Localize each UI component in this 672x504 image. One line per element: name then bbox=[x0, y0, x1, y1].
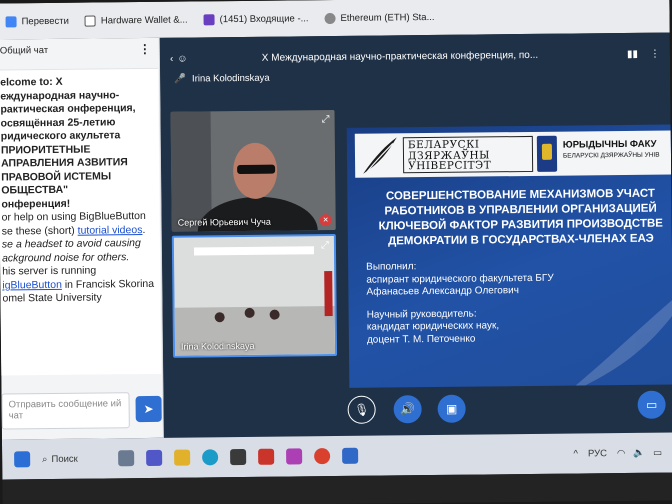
headset-note: se a headset to avoid causing ackground … bbox=[1, 237, 141, 264]
participant-video bbox=[173, 236, 336, 356]
bookmark-label: (1451) Входящие -... bbox=[219, 12, 309, 25]
participant-name: Сергей Юрьевич Чуча bbox=[177, 216, 271, 228]
expand-icon[interactable]: ⤢ bbox=[321, 240, 329, 251]
mute-button[interactable]: 🎙 bbox=[347, 395, 376, 424]
teams-icon[interactable] bbox=[145, 449, 162, 467]
meeting-area: ‹ ☺ X Международная научно-практическая … bbox=[159, 32, 672, 438]
audio-button[interactable]: 🔊 bbox=[393, 395, 422, 424]
bookmark-page-icon bbox=[84, 15, 96, 27]
bookmark-translate[interactable]: Перевести bbox=[0, 15, 77, 27]
slide-body: Выполнил: аспирант юридического факульте… bbox=[366, 259, 667, 347]
volume-icon[interactable]: 🔈 bbox=[633, 447, 645, 458]
mail-icon[interactable] bbox=[257, 448, 274, 465]
faculty-crest bbox=[536, 135, 558, 172]
presenter-indicator: 🎤 Irina Kolodinskaya bbox=[174, 73, 270, 85]
title-line: ДЕМОКРАТИИ В ГОСУДАРСТВАХ-ЧЛЕНАХ ЕАЭ bbox=[387, 232, 654, 248]
bookmark-label: Перевести bbox=[21, 15, 69, 27]
chevron-left-icon: ‹ bbox=[169, 53, 174, 65]
ethereum-icon bbox=[324, 12, 336, 24]
app-icon[interactable] bbox=[341, 447, 358, 464]
explorer-icon[interactable] bbox=[173, 449, 190, 466]
share-camera-button[interactable]: ▣ bbox=[437, 394, 466, 423]
chrome-icon[interactable] bbox=[313, 448, 330, 465]
toggle-user-list-button[interactable]: ‹ ☺ bbox=[170, 53, 210, 64]
faculty-name: ЮРЫДЫЧНЫ ФАКУ БЕЛАРУСКІ ДЗЯРЖАЎНЫ УНІВ bbox=[563, 139, 660, 160]
faculty-sub: БЕЛАРУСКІ ДЗЯРЖАЎНЫ УНІВ bbox=[562, 151, 660, 160]
presenter-name: Irina Kolodinskaya bbox=[191, 72, 270, 85]
muted-icon: ✕ bbox=[319, 214, 332, 227]
welcome-prefix: elcome to: X bbox=[0, 75, 63, 89]
slide-title: СОВЕРШЕНСТВОВАНИЕ МЕХАНИЗМОВ УЧАСТ РАБОТ… bbox=[355, 186, 672, 249]
app-icon[interactable] bbox=[285, 448, 302, 465]
participant-name: Irina Kolodinskaya bbox=[180, 340, 255, 352]
help-text: or help on using BigBlueButton bbox=[1, 209, 146, 224]
store-icon[interactable] bbox=[229, 448, 246, 466]
video-tile-active[interactable]: ⤢ Irina Kolodinskaya bbox=[171, 234, 338, 358]
bookmark-ethereum[interactable]: Ethereum (ETH) Sta... bbox=[316, 11, 442, 24]
help-text-2: se these (short) bbox=[1, 224, 75, 237]
translate-icon bbox=[5, 15, 17, 27]
chevron-up-icon[interactable]: ^ bbox=[573, 448, 578, 459]
language-indicator[interactable]: РУС bbox=[588, 448, 607, 459]
bookmark-label: Hardware Wallet &... bbox=[100, 14, 188, 26]
server-text: his server is running bbox=[2, 264, 97, 278]
chat-messages: elcome to: X еждународная научно-рактиче… bbox=[0, 67, 162, 376]
welcome-text: еждународная научно-рактическая онференц… bbox=[0, 88, 136, 197]
screen-share-icon: ▭ bbox=[645, 397, 658, 412]
university-logo-text: БЕЛАРУСКІ ДЗЯРЖАЎНЫ УНІВЕРСІТЭТ bbox=[402, 135, 534, 174]
university-header: БЕЛАРУСКІ ДЗЯРЖАЎНЫ УНІВЕРСІТЭТ ЮРЫДЫЧНЫ… bbox=[354, 130, 672, 178]
presentation-slide: БЕЛАРУСКІ ДЗЯРЖАЎНЫ УНІВЕРСІТЭТ ЮРЫДЫЧНЫ… bbox=[346, 124, 672, 388]
microphone-off-icon: 🎙 bbox=[353, 402, 370, 417]
chat-message-input[interactable]: Отправить сообщение ий чат bbox=[1, 392, 130, 430]
meeting-title: X Международная научно-практическая конф… bbox=[261, 49, 539, 64]
mail-icon bbox=[203, 13, 215, 25]
welcome-end: онференция! bbox=[1, 197, 71, 211]
logo-line: УНІВЕРСІТЭТ bbox=[408, 159, 492, 173]
options-icon[interactable]: ⋮ bbox=[650, 48, 660, 59]
university-logo-feather bbox=[363, 137, 397, 174]
taskbar-search[interactable]: Поиск bbox=[51, 453, 77, 464]
wifi-icon[interactable]: ◠ bbox=[617, 447, 625, 458]
video-tile[interactable]: ⤢ Сергей Юрьевич Чуча ✕ bbox=[170, 110, 336, 232]
user-icon: ☺ bbox=[177, 53, 188, 65]
send-icon: ➤ bbox=[143, 401, 154, 417]
more-options-icon[interactable]: ⋮ bbox=[139, 42, 151, 56]
tutorial-link[interactable]: tutorial videos bbox=[78, 224, 143, 237]
chat-panel: Общий чат ⋮ elcome to: X еждународная на… bbox=[0, 37, 164, 440]
chat-title: Общий чат bbox=[0, 44, 49, 57]
expand-icon[interactable]: ⤢ bbox=[322, 114, 330, 125]
edge-icon[interactable] bbox=[201, 449, 218, 466]
search-icon[interactable]: ⌕ bbox=[42, 454, 47, 465]
bigbluebutton-link[interactable]: igBlueButton bbox=[2, 278, 62, 291]
microphone-icon: 🎤 bbox=[174, 73, 187, 85]
speaker-icon: 🔊 bbox=[400, 402, 416, 417]
meeting-controls: 🎙 🔊 ▣ ▭ bbox=[163, 388, 672, 437]
share-screen-button[interactable]: ▭ bbox=[637, 390, 666, 419]
bookmark-inbox[interactable]: (1451) Входящие -... bbox=[196, 13, 317, 25]
bookmark-hardware-wallet[interactable]: Hardware Wallet &... bbox=[77, 14, 196, 27]
camera-icon: ▣ bbox=[445, 401, 458, 416]
battery-icon[interactable]: ▭ bbox=[653, 447, 662, 458]
start-icon[interactable] bbox=[14, 451, 31, 468]
bookmark-label: Ethereum (ETH) Sta... bbox=[340, 11, 435, 24]
windows-taskbar: ⌕ Поиск ^ РУС ◠ 🔈 ▭ bbox=[1, 432, 672, 480]
faculty-label: ЮРЫДЫЧНЫ ФАКУ bbox=[562, 138, 657, 151]
participant-video bbox=[170, 110, 336, 232]
widgets-icon[interactable] bbox=[117, 450, 134, 467]
send-message-button[interactable]: ➤ bbox=[135, 395, 162, 423]
connection-icon[interactable]: ▮▮ bbox=[627, 48, 638, 59]
